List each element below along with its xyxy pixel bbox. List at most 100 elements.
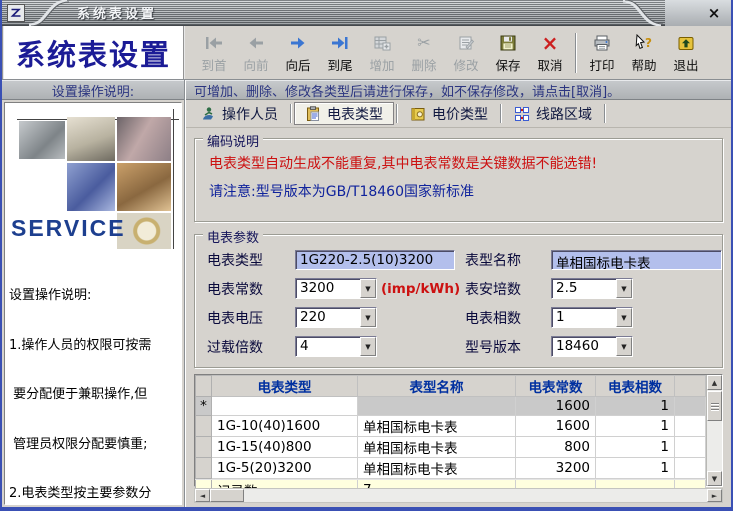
chevron-down-icon[interactable]: ▼	[360, 308, 376, 327]
exit-icon	[677, 32, 695, 54]
horizontal-scrollbar[interactable]: ◄ ►	[194, 488, 723, 503]
notice-band: 可增加、删除、修改各类型后请进行保存，如不保存修改，请点击[取消]。	[186, 80, 731, 100]
scroll-right-icon[interactable]: ►	[707, 489, 722, 502]
horizontal-scroll-thumb[interactable]	[210, 489, 244, 502]
service-wordmark: SERVICE	[11, 215, 126, 242]
cell-constant[interactable]: 1600	[516, 416, 596, 437]
help-button[interactable]: ? 帮助	[623, 28, 665, 78]
row-selector-asterisk[interactable]: *	[196, 397, 212, 416]
instructions-text: 设置操作说明: 1.操作人员的权限可按需 要分配便于兼职操作,但 管理员权限分配…	[5, 249, 181, 505]
cell-constant[interactable]: 3200	[516, 458, 596, 479]
meter-params-groupbox: 电表参数 电表类型 1G220-2.5(10)3200 表型名称 单相国标电卡表…	[194, 234, 723, 368]
tab-meter-types[interactable]: 电表类型	[294, 102, 394, 125]
cell-model-name[interactable]: 单相国标电卡表	[358, 458, 516, 479]
col-header-model-name[interactable]: 表型名称	[358, 376, 516, 397]
add-button[interactable]: 增加	[361, 28, 403, 78]
table-row[interactable]: 1G-5(20)3200 单相国标电卡表 3200 1	[196, 458, 706, 479]
photo-desk	[117, 163, 171, 211]
instruction-line: 2.电表类型按主要参数分	[9, 486, 181, 503]
cell-meter-type[interactable]: 1G-5(20)3200	[212, 458, 358, 479]
model-name-field[interactable]: 单相国标电卡表	[551, 250, 722, 270]
table-row[interactable]: 1G-10(40)1600 单相国标电卡表 1600 1	[196, 416, 706, 437]
main-panel: 可增加、删除、修改各类型后请进行保存，如不保存修改，请点击[取消]。 操作人员	[185, 80, 731, 507]
photo-instruments	[117, 117, 171, 161]
cell-constant[interactable]: 800	[516, 437, 596, 458]
meter-type-label: 电表类型	[207, 250, 295, 270]
main-row: 设置操作说明: SERVICE 设置操作说明: 1.操作人员的权限可按需	[2, 80, 731, 507]
cell-model-name[interactable]: 单相国标电卡表	[358, 416, 516, 437]
row-selector[interactable]	[196, 416, 212, 437]
table-row-new[interactable]: * 1600 1	[196, 397, 706, 416]
nav-next-icon	[288, 32, 308, 54]
vertical-scroll-thumb[interactable]	[707, 391, 722, 421]
nav-prev-label: 向前	[243, 55, 268, 74]
cell-phases[interactable]: 1	[596, 416, 675, 437]
print-label: 打印	[589, 55, 614, 74]
amperage-value: 2.5	[552, 279, 616, 298]
version-combobox[interactable]: 18460 ▼	[551, 336, 633, 357]
chevron-down-icon[interactable]: ▼	[616, 279, 632, 298]
cell-phases[interactable]: 1	[596, 437, 675, 458]
col-header-meter-type[interactable]: 电表类型	[212, 376, 358, 397]
cell-meter-type[interactable]: 1G-15(40)800	[212, 437, 358, 458]
cell-meter-type[interactable]: 1G-10(40)1600	[212, 416, 358, 437]
nav-next-button[interactable]: 向后	[277, 28, 319, 78]
cell-model-name[interactable]: 单相国标电卡表	[358, 437, 516, 458]
cell-phases[interactable]: 1	[596, 397, 675, 416]
close-button[interactable]: ×	[703, 4, 725, 22]
delete-label: 删除	[411, 55, 436, 74]
voltage-combobox[interactable]: 220 ▼	[295, 307, 377, 328]
row-selector[interactable]	[196, 437, 212, 458]
cell-model-name[interactable]	[358, 397, 516, 416]
chevron-down-icon[interactable]: ▼	[616, 337, 632, 356]
overload-combobox[interactable]: 4 ▼	[295, 336, 377, 357]
tab-price-types[interactable]: 电价类型	[400, 102, 498, 125]
exit-button[interactable]: 退出	[665, 28, 707, 78]
printer-icon	[593, 32, 611, 54]
model-name-label: 表型名称	[465, 250, 551, 270]
nav-last-button[interactable]: 到尾	[319, 28, 361, 78]
cell-constant[interactable]: 1600	[516, 397, 596, 416]
price-book-icon	[410, 106, 426, 122]
col-header-phases[interactable]: 电表相数	[596, 376, 675, 397]
constant-combobox[interactable]: 3200 ▼	[295, 278, 377, 299]
cell-phases[interactable]: 1	[596, 458, 675, 479]
scroll-left-icon[interactable]: ◄	[195, 489, 210, 502]
tab-bar: 操作人员 电表类型	[186, 100, 731, 128]
save-button[interactable]: 保存	[487, 28, 529, 78]
nav-last-label: 到尾	[327, 55, 352, 74]
edit-button[interactable]: 修改	[445, 28, 487, 78]
voltage-label: 电表电压	[207, 308, 295, 328]
chevron-down-icon[interactable]: ▼	[616, 308, 632, 327]
tab-operators[interactable]: 操作人员	[190, 102, 288, 125]
delete-button[interactable]: ✂ 删除	[403, 28, 445, 78]
table-row[interactable]: 1G-15(40)800 单相国标电卡表 800 1	[196, 437, 706, 458]
tab-operators-label: 操作人员	[222, 104, 278, 124]
header-row: 系统表设置 到首 向前	[2, 26, 731, 80]
nav-prev-button[interactable]: 向前	[235, 28, 277, 78]
chevron-down-icon[interactable]: ▼	[360, 279, 376, 298]
chevron-down-icon[interactable]: ▼	[360, 337, 376, 356]
row-selector[interactable]	[196, 458, 212, 479]
floppy-save-icon	[499, 32, 517, 54]
phases-combobox[interactable]: 1 ▼	[551, 307, 633, 328]
nav-next-label: 向后	[285, 55, 310, 74]
meter-type-field[interactable]: 1G220-2.5(10)3200	[295, 250, 455, 270]
amperage-combobox[interactable]: 2.5 ▼	[551, 278, 633, 299]
col-header-constant[interactable]: 电表常数	[516, 376, 596, 397]
coding-warning-text: 电表类型自动生成不能重复,其中电表常数是关键数据不能选错!	[209, 153, 722, 173]
version-value: 18460	[552, 337, 616, 356]
scroll-down-icon[interactable]: ▼	[707, 471, 722, 486]
cell-meter-type[interactable]	[212, 397, 358, 416]
grid-corner-cell	[196, 376, 212, 397]
nav-first-button[interactable]: 到首	[193, 28, 235, 78]
cancel-button[interactable]: × 取消	[529, 28, 571, 78]
instruction-line: 设置操作说明:	[9, 288, 181, 305]
nav-prev-icon	[246, 32, 266, 54]
scroll-up-icon[interactable]: ▲	[707, 375, 722, 390]
app-window: 系统表设置 × 系统表设置 到首	[0, 0, 733, 511]
save-label: 保存	[495, 55, 520, 74]
tab-line-regions[interactable]: 线路区域	[504, 102, 602, 125]
print-button[interactable]: 打印	[581, 28, 623, 78]
vertical-scrollbar[interactable]: ▲ ▼	[706, 375, 722, 486]
